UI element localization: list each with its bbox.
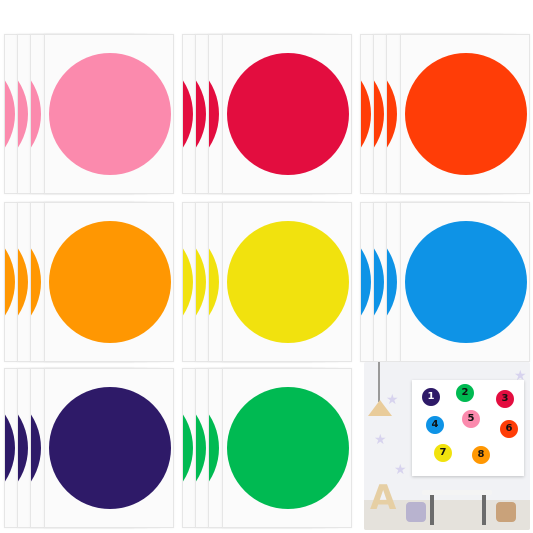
star-decoration: ★ (374, 431, 387, 447)
board-dot-8: 8 (472, 446, 490, 464)
board-dot-3: 3 (496, 390, 514, 408)
chair (406, 502, 426, 522)
sheet-front (400, 202, 530, 362)
sheet-front (44, 368, 174, 528)
wall-board: 1 2 3 4 5 6 7 8 (412, 380, 524, 476)
sheet-stack-orange (4, 202, 174, 362)
sheet-stack-green (182, 368, 352, 528)
table-leg (482, 495, 486, 525)
room-scene-inset: ★ ★ ★ ★ 1 2 3 4 5 6 7 8 A (364, 362, 530, 530)
dot (5, 387, 15, 509)
dot (18, 387, 28, 509)
wooden-letter-decoration: A (370, 478, 397, 518)
dot (361, 221, 371, 343)
chair (496, 502, 516, 522)
color-dot (49, 387, 171, 509)
dot (18, 221, 28, 343)
sheet-stack-blue (360, 202, 530, 362)
color-dot (227, 53, 349, 175)
dot (209, 53, 219, 175)
dot (5, 53, 15, 175)
board-dot-5: 5 (462, 410, 480, 428)
sheet-front (44, 202, 174, 362)
dot (209, 221, 219, 343)
sheet-front (400, 34, 530, 194)
board-dot-6: 6 (500, 420, 518, 438)
dot (387, 221, 397, 343)
dot (31, 221, 41, 343)
sheet-front (222, 368, 352, 528)
dot (18, 53, 28, 175)
sheet-stack-pink (4, 34, 174, 194)
sheet-front (222, 202, 352, 362)
dot (183, 387, 193, 509)
sheet-stack-orange-red (360, 34, 530, 194)
dot (31, 53, 41, 175)
dot (209, 387, 219, 509)
dot (183, 221, 193, 343)
dot (374, 53, 384, 175)
board-dot-7: 7 (434, 444, 452, 462)
dot (196, 387, 206, 509)
pendant-cord (378, 362, 380, 402)
board-dot-2: 2 (456, 384, 474, 402)
sheet-front (222, 34, 352, 194)
sheet-front (44, 34, 174, 194)
color-dot (227, 221, 349, 343)
dot (196, 53, 206, 175)
dot (387, 53, 397, 175)
sheet-stack-yellow (182, 202, 352, 362)
sheet-stack-red (182, 34, 352, 194)
dot (196, 221, 206, 343)
pendant-lamp (368, 400, 392, 416)
color-dot (405, 221, 527, 343)
dot (361, 53, 371, 175)
color-dot (49, 221, 171, 343)
dot (374, 221, 384, 343)
color-dot (405, 53, 527, 175)
star-decoration: ★ (394, 461, 407, 477)
color-dot (49, 53, 171, 175)
board-dot-1: 1 (422, 388, 440, 406)
board-dot-4: 4 (426, 416, 444, 434)
table-leg (430, 495, 434, 525)
color-dot (227, 387, 349, 509)
dot (5, 221, 15, 343)
dot (31, 387, 41, 509)
sheet-stack-purple (4, 368, 174, 528)
dot (183, 53, 193, 175)
